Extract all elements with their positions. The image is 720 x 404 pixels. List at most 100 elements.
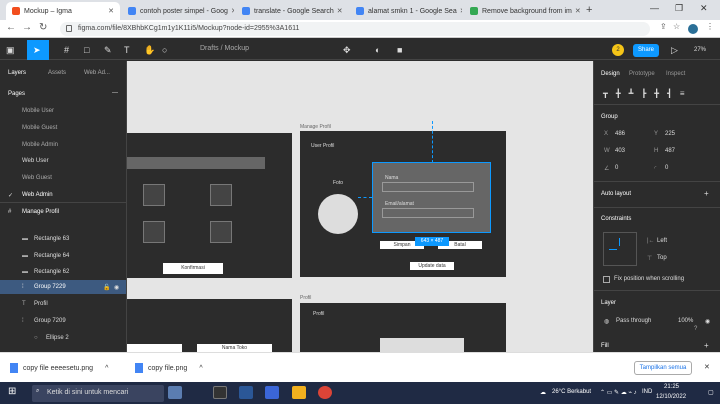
component-icon[interactable]: ✥ [343,45,351,56]
star-icon[interactable]: ☆ [673,22,680,31]
layer-item[interactable]: Ellipse 2 [46,335,69,341]
lock-icon[interactable] [66,25,72,32]
weather-text[interactable]: 26°C Berkabut [552,389,591,395]
app-icon[interactable] [265,386,279,399]
download-item[interactable]: copy file.png ^ [135,363,203,373]
page-item[interactable]: Mobile User [22,108,54,114]
page-item[interactable]: Web User [22,158,49,164]
tab-mockup[interactable]: Mockup – Igma ✕ [6,2,120,20]
w-input[interactable]: 403 [615,148,625,154]
tab-inspect[interactable]: Inspect [666,71,685,77]
blend-mode-select[interactable]: Pass through [616,318,651,324]
profile-avatar[interactable] [688,24,698,34]
menu-icon[interactable]: ⋮ [706,22,714,31]
forward-icon[interactable]: → [22,22,32,33]
y-input[interactable]: 225 [665,131,675,137]
menu-tile[interactable] [210,184,232,206]
add-auto-layout-icon[interactable]: + [704,189,709,198]
clock-time[interactable]: 21:25 [664,384,679,390]
page-item[interactable]: Mobile Guest [22,125,57,131]
mask-icon[interactable]: ◐ [375,45,380,55]
layer-item[interactable]: Manage Profil [22,209,59,215]
x-input[interactable]: 486 [615,131,625,137]
show-all-button[interactable]: Tampilkan semua [634,361,692,375]
close-window-icon[interactable]: ✕ [700,3,708,14]
canvas[interactable]: Konfirmasi Manage Profil User Profil Fot… [127,61,593,352]
download-item[interactable]: copy file eeeesetu.png ^ [10,363,108,373]
chevron-up-icon[interactable]: ^ [105,365,108,372]
reload-icon[interactable]: ↻ [39,22,47,33]
fix-scroll-checkbox[interactable] [603,276,610,283]
tab-alamat[interactable]: alamat smkn 1 - Google Sea✕ [350,2,462,20]
lock-layer-icon[interactable]: 🔓 [103,284,110,291]
layer-item[interactable]: Rectangle 63 [34,236,69,242]
back-icon[interactable]: ← [6,22,16,33]
file-explorer-icon[interactable] [292,386,306,399]
share-button[interactable]: Share [633,44,659,57]
tray-icons[interactable]: ⌃ ▭ ✎ ☁ ⌁ ♪ [600,389,637,396]
menu-tile[interactable] [143,184,165,206]
chrome-icon[interactable] [318,386,332,399]
layer-item[interactable]: Rectangle 64 [34,253,69,259]
language-indicator[interactable]: IND [642,389,652,395]
hand-tool-icon[interactable]: ✋ [144,45,155,56]
tab-poster[interactable]: contoh poster simpel - Goog ✕ [122,2,234,20]
text-tool-icon[interactable]: T [124,45,130,55]
page-item-active[interactable]: Web Admin [22,192,53,198]
clock-date[interactable]: 12/10/2022 [656,394,686,400]
task-view-icon[interactable] [213,386,227,399]
frame-tool-icon[interactable]: # [64,45,69,55]
add-page-icon[interactable]: — [112,90,118,96]
taskbar-search[interactable]: Ketik di sini untuk mencari [32,385,164,402]
visibility-icon[interactable]: ◉ [705,318,710,325]
selected-group[interactable] [372,162,491,233]
visibility-icon[interactable]: ◉ [114,284,119,291]
layer-item[interactable]: Profil [34,301,48,307]
confirm-button-shape[interactable]: Konfirmasi [163,263,223,274]
shape-tool-icon[interactable]: □ [84,45,89,55]
main-menu-icon[interactable]: ▣ [6,45,15,56]
close-icon[interactable]: ✕ [572,7,581,15]
close-icon[interactable]: ✕ [334,7,343,15]
new-tab-icon[interactable]: + [586,4,592,16]
close-icon[interactable]: ✕ [228,7,234,15]
menu-tile[interactable] [143,221,165,243]
opacity-input[interactable]: 100% [678,318,693,324]
widget-icon[interactable] [168,386,182,399]
rotation-input[interactable]: 0 [615,165,618,171]
tab-assets[interactable]: Assets [48,70,66,76]
close-icon[interactable]: ✕ [457,7,462,15]
url-field[interactable]: figma.com/file/8XBhbKCg1m1y1K11i5/Mockup… [60,22,650,36]
update-button-shape[interactable]: Update data [410,262,454,270]
chevron-up-icon[interactable]: ^ [199,365,202,372]
tab-remove-bg[interactable]: Remove background from im ✕ [464,2,582,20]
comment-icon[interactable]: ○ [162,45,167,55]
h-input[interactable]: 487 [665,148,675,154]
boolean-icon[interactable]: ■ [397,45,402,55]
pen-tool-icon[interactable]: ✎ [104,45,112,56]
align-icons[interactable]: ┳╋┻┣╋┫≡ [603,89,693,98]
layer-item[interactable]: Group 7229 [34,284,66,290]
vertical-constraint-select[interactable]: Top [657,255,667,261]
layer-item[interactable]: Group 7209 [34,318,66,324]
tab-web-admin[interactable]: Web Ad... [84,70,110,76]
zoom-level[interactable]: 27% [694,47,706,53]
layer-item[interactable]: Rectangle 62 [34,269,69,275]
tab-layers[interactable]: Layers [8,70,26,76]
windows-start-icon[interactable]: ⊞ [8,386,16,397]
share-page-icon[interactable]: ⇪ [660,22,667,31]
radius-input[interactable]: 0 [665,165,668,171]
present-icon[interactable]: ▷ [671,45,678,56]
tab-translate[interactable]: translate - Google Search ✕ [236,2,348,20]
minimize-icon[interactable]: — [650,3,659,13]
menu-tile[interactable] [210,221,232,243]
add-fill-icon[interactable]: + [704,341,709,350]
help-icon[interactable]: ? [694,326,697,332]
close-icon[interactable]: ✕ [704,363,710,371]
notification-icon[interactable]: ▢ [708,389,714,396]
app-icon[interactable] [239,386,253,399]
page-item[interactable]: Web Guest [22,175,52,181]
avatar[interactable]: 2 [612,44,624,56]
tab-design[interactable]: Design [601,71,620,77]
tab-prototype[interactable]: Prototype [629,71,655,77]
